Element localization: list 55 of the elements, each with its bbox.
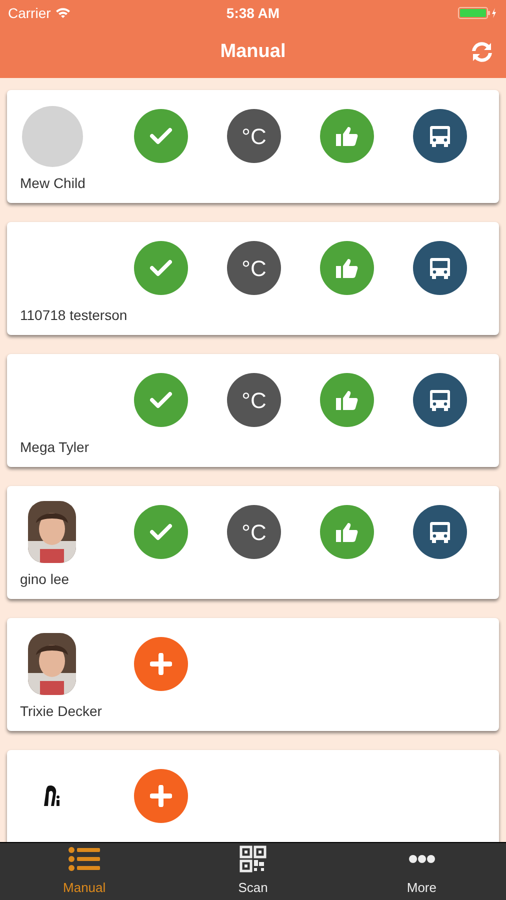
bus-icon [429, 520, 451, 544]
approve-button[interactable] [320, 373, 374, 427]
add-button[interactable] [134, 769, 188, 823]
thumbs-up-icon [335, 257, 359, 279]
thumbs-up-icon [335, 521, 359, 543]
battery-icon [458, 7, 498, 19]
bus-button[interactable] [413, 109, 467, 163]
qr-code-icon [239, 844, 267, 872]
more-icon [408, 854, 436, 864]
temperature-button[interactable]: °C [227, 505, 281, 559]
temperature-button[interactable]: °C [227, 241, 281, 295]
checkmark-icon [150, 127, 172, 145]
child-card[interactable]: Trixie Decker [7, 618, 499, 731]
check-in-button[interactable] [134, 241, 188, 295]
check-in-button[interactable] [134, 373, 188, 427]
child-card[interactable]: °C Mega Tyler [7, 354, 499, 467]
screen-title: Manual [220, 40, 286, 64]
bus-icon [429, 124, 451, 148]
logo-icon [43, 784, 61, 808]
child-card[interactable]: °C 110718 testerson [7, 222, 499, 335]
checkmark-icon [150, 523, 172, 541]
status-time: 5:38 AM [226, 4, 280, 22]
tab[interactable]: Scan [168, 843, 338, 900]
tab[interactable]: Manual [0, 843, 169, 900]
checkmark-icon [150, 391, 172, 409]
plus-icon [150, 653, 172, 675]
thumbs-up-icon [335, 389, 359, 411]
child-card[interactable]: °C gino lee [7, 486, 499, 599]
carrier-label: Carrier [8, 4, 51, 22]
approve-button[interactable] [320, 505, 374, 559]
bus-button[interactable] [413, 505, 467, 559]
temperature-button[interactable]: °C [227, 109, 281, 163]
bus-button[interactable] [413, 373, 467, 427]
wifi-icon [54, 7, 71, 19]
bus-icon [429, 256, 451, 280]
bus-icon [429, 388, 451, 412]
check-in-button[interactable] [134, 109, 188, 163]
child-name: gino lee [20, 570, 70, 589]
temperature-button[interactable]: °C [227, 373, 281, 427]
check-in-button[interactable] [134, 505, 188, 559]
bus-button[interactable] [413, 241, 467, 295]
plus-icon [150, 785, 172, 807]
child-card[interactable] [7, 750, 499, 842]
child-name: Trixie Decker [20, 702, 103, 721]
approve-button[interactable] [320, 241, 374, 295]
thumbs-up-icon [335, 125, 359, 147]
child-card[interactable]: °C Mew Child [7, 90, 499, 203]
child-name: Mega Tyler [20, 438, 90, 457]
approve-button[interactable] [320, 109, 374, 163]
tab[interactable]: More [337, 843, 506, 900]
child-name: Mew Child [20, 174, 86, 193]
list-icon [68, 846, 100, 872]
add-button[interactable] [134, 637, 188, 691]
checkmark-icon [150, 259, 172, 277]
child-name: 110718 testerson [20, 306, 128, 325]
